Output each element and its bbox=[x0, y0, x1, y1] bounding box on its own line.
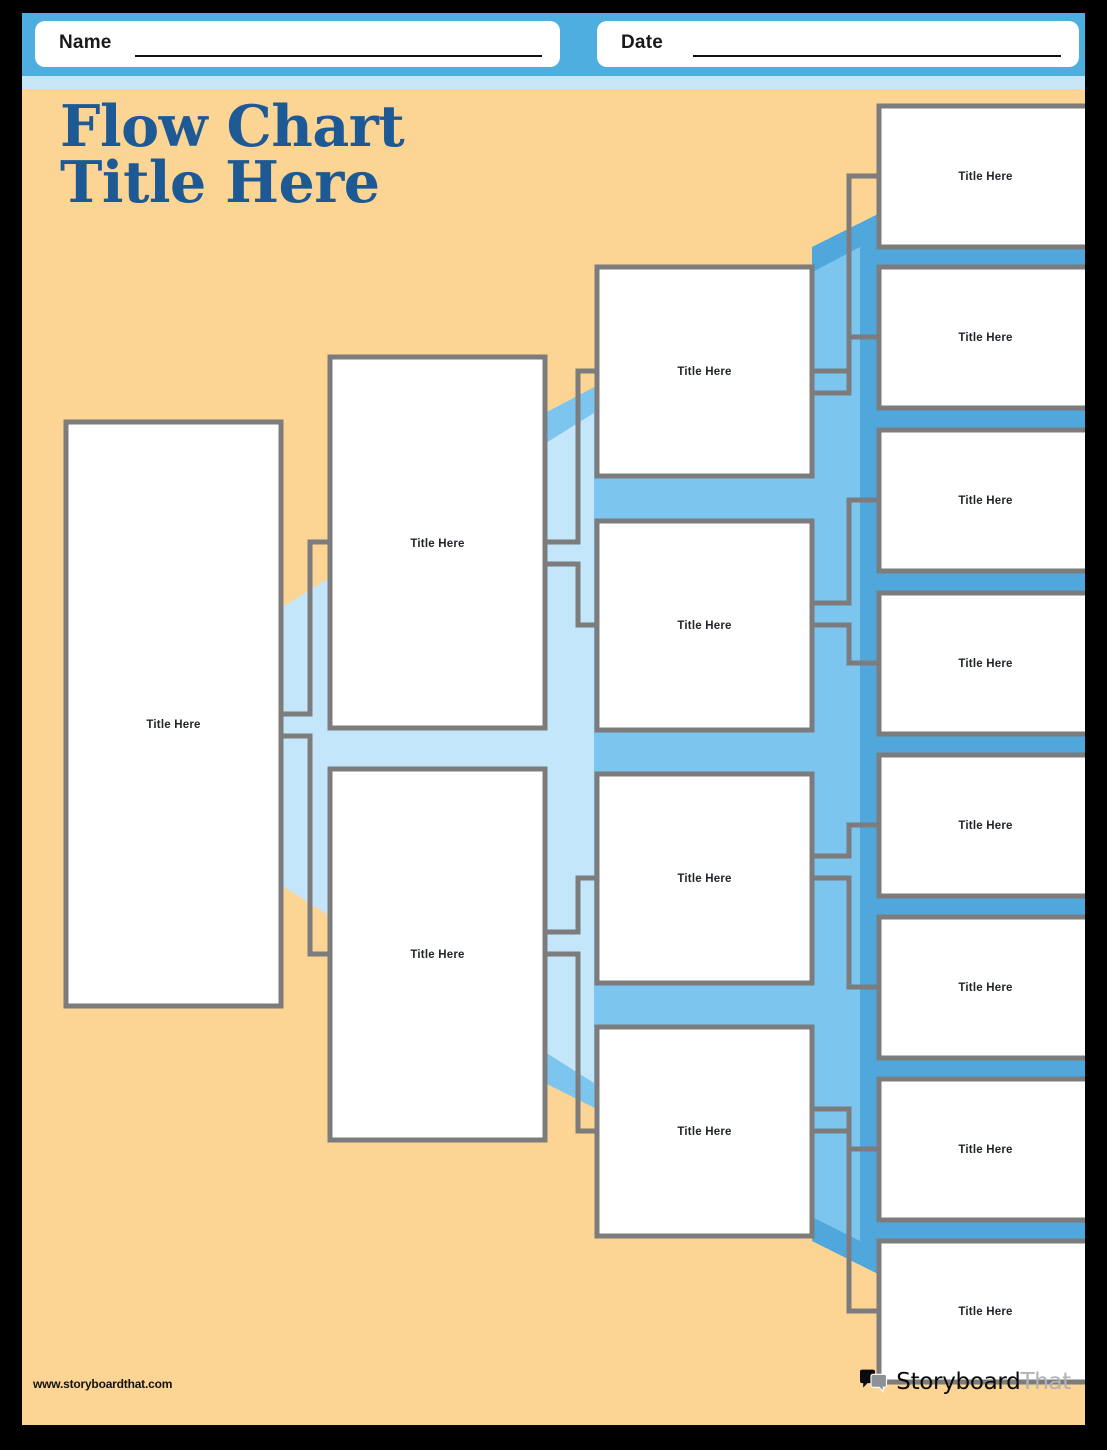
node-box[interactable]: Title Here bbox=[876, 427, 1085, 574]
node-box[interactable]: Title Here bbox=[594, 264, 815, 479]
node-box[interactable]: Title Here bbox=[876, 914, 1085, 1061]
node-box[interactable]: Title Here bbox=[876, 590, 1085, 737]
node-label: Title Here bbox=[958, 820, 1012, 832]
node-box[interactable]: Title Here bbox=[63, 419, 284, 1009]
node-box[interactable]: Title Here bbox=[876, 1238, 1085, 1385]
node-label: Title Here bbox=[958, 658, 1012, 670]
storyboardthat-logo[interactable]: StoryboardThat bbox=[859, 1367, 1071, 1397]
node-box[interactable]: Title Here bbox=[876, 264, 1085, 411]
node-box[interactable]: Title Here bbox=[327, 766, 548, 1143]
logo-text-light: That bbox=[1020, 1369, 1071, 1395]
node-label: Title Here bbox=[410, 949, 464, 961]
node-label: Title Here bbox=[958, 1306, 1012, 1318]
node-label: Title Here bbox=[958, 982, 1012, 994]
node-box[interactable]: Title Here bbox=[876, 1076, 1085, 1223]
speech-bubbles-icon bbox=[860, 1369, 888, 1393]
node-label: Title Here bbox=[958, 171, 1012, 183]
node-label: Title Here bbox=[677, 620, 731, 632]
worksheet-page: Name Date Flow Chart Title Here Title He… bbox=[22, 13, 1085, 1425]
node-label: Title Here bbox=[677, 366, 731, 378]
logo-wordmark: StoryboardThat bbox=[896, 1369, 1071, 1395]
node-box[interactable]: Title Here bbox=[594, 771, 815, 986]
node-box[interactable]: Title Here bbox=[594, 518, 815, 733]
node-box[interactable]: Title Here bbox=[876, 752, 1085, 899]
node-label: Title Here bbox=[958, 495, 1012, 507]
logo-text-dark: Storyboard bbox=[896, 1369, 1021, 1395]
footer-url[interactable]: www.storyboardthat.com bbox=[33, 1377, 172, 1391]
flow-chart: Title Here Title Here Title Here Title H… bbox=[63, 103, 1085, 1385]
node-box[interactable]: Title Here bbox=[594, 1024, 815, 1239]
node-label: Title Here bbox=[146, 719, 200, 731]
node-box[interactable]: Title Here bbox=[876, 103, 1085, 250]
node-box[interactable]: Title Here bbox=[327, 354, 548, 731]
node-label: Title Here bbox=[677, 873, 731, 885]
node-label: Title Here bbox=[677, 1126, 731, 1138]
node-label: Title Here bbox=[410, 538, 464, 550]
node-label: Title Here bbox=[958, 332, 1012, 344]
node-label: Title Here bbox=[958, 1144, 1012, 1156]
